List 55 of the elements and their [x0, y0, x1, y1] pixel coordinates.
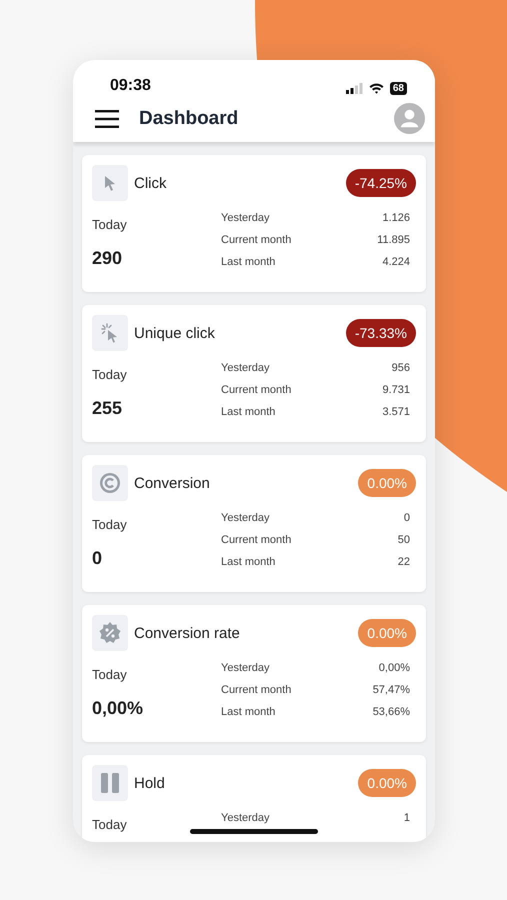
- today-value: 255: [92, 398, 124, 419]
- stat-value: 956: [390, 361, 410, 375]
- stat-label: Last month: [221, 255, 276, 269]
- card-title: Hold: [134, 774, 166, 792]
- stat-label: Last month: [221, 405, 276, 419]
- stat-label: Yesterday: [221, 811, 271, 826]
- percent-badge-icon: [99, 622, 121, 644]
- stat-label: Yesterday: [221, 661, 271, 675]
- stat-label: Last month: [221, 555, 276, 569]
- stat-value: 1.126: [381, 211, 410, 225]
- wifi-icon: [368, 83, 384, 94]
- today-label: Today: [92, 217, 128, 232]
- stat-value: 9.731: [382, 383, 410, 397]
- today-label: Today: [92, 367, 128, 382]
- stat-label: Current month: [221, 683, 292, 697]
- change-badge: -73.33%: [346, 319, 416, 347]
- change-badge: -74.25%: [346, 169, 416, 197]
- change-badge: 0.00%: [358, 619, 416, 647]
- cursor-icon: [103, 175, 117, 191]
- pause-icon: [101, 773, 119, 793]
- stat-value: 0: [402, 511, 410, 525]
- stat-value: 53,66%: [372, 705, 410, 719]
- today-label: Today: [92, 817, 128, 832]
- stat-label: Yesterday: [221, 211, 271, 225]
- today-value: 0: [92, 548, 104, 569]
- battery-level: 68: [390, 82, 407, 95]
- change-badge: 0.00%: [358, 769, 416, 797]
- menu-icon[interactable]: [95, 110, 119, 128]
- today-value: 290: [92, 248, 124, 269]
- stat-value: 4.224: [381, 255, 410, 269]
- stat-value: 11.895: [377, 233, 410, 247]
- stat-value: 3.571: [382, 405, 410, 419]
- copyright-icon: [99, 472, 121, 494]
- stat-value: 22: [398, 555, 410, 569]
- card-title: Conversion rate: [134, 624, 241, 642]
- stat-label: Current month: [221, 533, 292, 547]
- signal-icon: [346, 83, 363, 94]
- stat-value: 50: [398, 533, 410, 547]
- stat-label: Last month: [221, 705, 276, 719]
- today-label: Today: [92, 667, 128, 682]
- stat-value: 0,00%: [378, 661, 410, 675]
- stat-value: 57,47%: [372, 683, 410, 697]
- stat-label: Current month: [221, 233, 292, 247]
- card-title: Click: [134, 174, 168, 192]
- card-title: Unique click: [134, 324, 216, 342]
- page-title: Dashboard: [139, 108, 240, 130]
- stat-label: Current month: [221, 383, 292, 397]
- today-label: Today: [92, 517, 128, 532]
- today-value: 0,00%: [92, 698, 144, 719]
- stat-label: Yesterday: [221, 361, 271, 375]
- stat-value: 1: [404, 811, 410, 826]
- change-badge: 0.00%: [358, 469, 416, 497]
- stat-label: Yesterday: [221, 511, 271, 525]
- status-time: 09:38: [110, 77, 151, 95]
- card-title: Conversion: [134, 474, 211, 492]
